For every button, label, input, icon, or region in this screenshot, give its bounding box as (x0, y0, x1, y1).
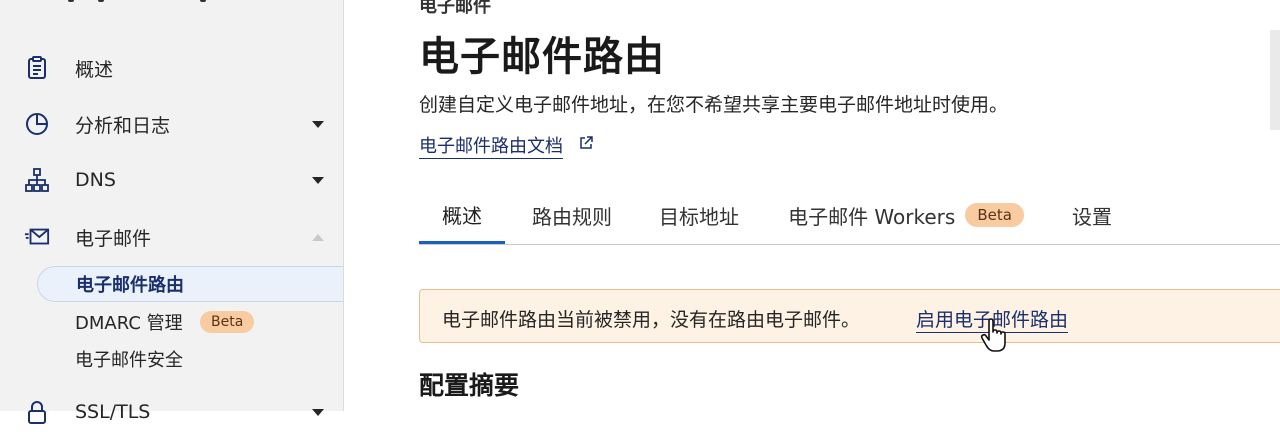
docs-link[interactable]: 电子邮件路由文档 (419, 132, 563, 159)
alert-message: 电子邮件路由当前被禁用，没有在路由电子邮件。 (442, 309, 861, 331)
tab-label: 路由规则 (532, 204, 612, 229)
main-content: 电子邮件 电子邮件路由 创建自定义电子邮件地址，在您不希望共享主要电子邮件地址时… (344, 0, 1280, 411)
tab-label: 电子邮件 Workers (788, 204, 956, 229)
page-title: 电子邮件路由 (419, 34, 665, 80)
clipboard-icon (24, 55, 50, 81)
tab-settings[interactable]: 设置 (1059, 188, 1125, 242)
sidebar-subitem-label: 电子邮件路由 (76, 275, 184, 296)
logo-fragment (60, 0, 210, 4)
external-link-icon[interactable] (578, 135, 596, 153)
sidebar-item-overview[interactable]: 概述 (0, 48, 343, 88)
sidebar: 概述 分析和日志 DNS 电子邮件 电子邮件路由 DMARC 管理 Beta 电… (0, 0, 344, 424)
sidebar-subitem-label: DMARC 管理 (75, 313, 183, 334)
breadcrumb[interactable]: 电子邮件 (419, 0, 491, 18)
tab-label: 目标地址 (659, 204, 739, 229)
disabled-warning-banner: 电子邮件路由当前被禁用，没有在路由电子邮件。 启用电子邮件路由 (419, 289, 1280, 343)
sidebar-item-dns[interactable]: DNS (0, 160, 343, 200)
sidebar-item-label: SSL/TLS (75, 401, 151, 423)
email-icon (24, 224, 50, 250)
scrollbar[interactable] (1270, 30, 1280, 130)
sidebar-subitem-dmarc[interactable]: DMARC 管理 Beta (37, 304, 343, 340)
chevron-down-icon[interactable] (312, 408, 324, 416)
sidebar-subitem-email-security[interactable]: 电子邮件安全 (37, 341, 343, 377)
sidebar-item-label: DNS (75, 169, 116, 191)
sidebar-item-label: 电子邮件 (75, 227, 152, 250)
tab-label: 设置 (1072, 204, 1112, 229)
tab-routing-rules[interactable]: 路由规则 (517, 188, 627, 242)
chevron-down-icon[interactable] (312, 176, 324, 184)
pie-chart-icon (24, 111, 50, 137)
beta-badge: Beta (200, 311, 255, 333)
sidebar-subitem-email-routing[interactable]: 电子邮件路由 (37, 266, 343, 302)
tab-overview[interactable]: 概述 (419, 188, 505, 244)
hand-cursor-icon (980, 318, 1006, 352)
sidebar-item-analytics[interactable]: 分析和日志 (0, 104, 343, 144)
sidebar-item-label: 分析和日志 (75, 114, 171, 137)
beta-badge: Beta (965, 203, 1024, 227)
sidebar-subitem-label: 电子邮件安全 (75, 350, 183, 371)
tab-destination-addresses[interactable]: 目标地址 (645, 188, 753, 242)
tab-email-workers[interactable]: 电子邮件 Workers Beta (771, 188, 1041, 242)
sidebar-item-ssl[interactable]: SSL/TLS (0, 392, 343, 432)
sidebar-item-label: 概述 (75, 58, 114, 81)
sidebar-item-email[interactable]: 电子邮件 (0, 217, 343, 257)
network-tree-icon (24, 167, 50, 193)
section-title: 配置摘要 (419, 371, 520, 400)
tab-label: 概述 (442, 204, 482, 228)
chevron-up-icon[interactable] (312, 233, 324, 241)
chevron-down-icon[interactable] (312, 120, 324, 128)
page-description: 创建自定义电子邮件地址，在您不希望共享主要电子邮件地址时使用。 (419, 94, 1009, 116)
tab-bar: 概述 路由规则 目标地址 电子邮件 Workers Beta 设置 (419, 188, 1280, 245)
lock-icon (24, 399, 50, 425)
